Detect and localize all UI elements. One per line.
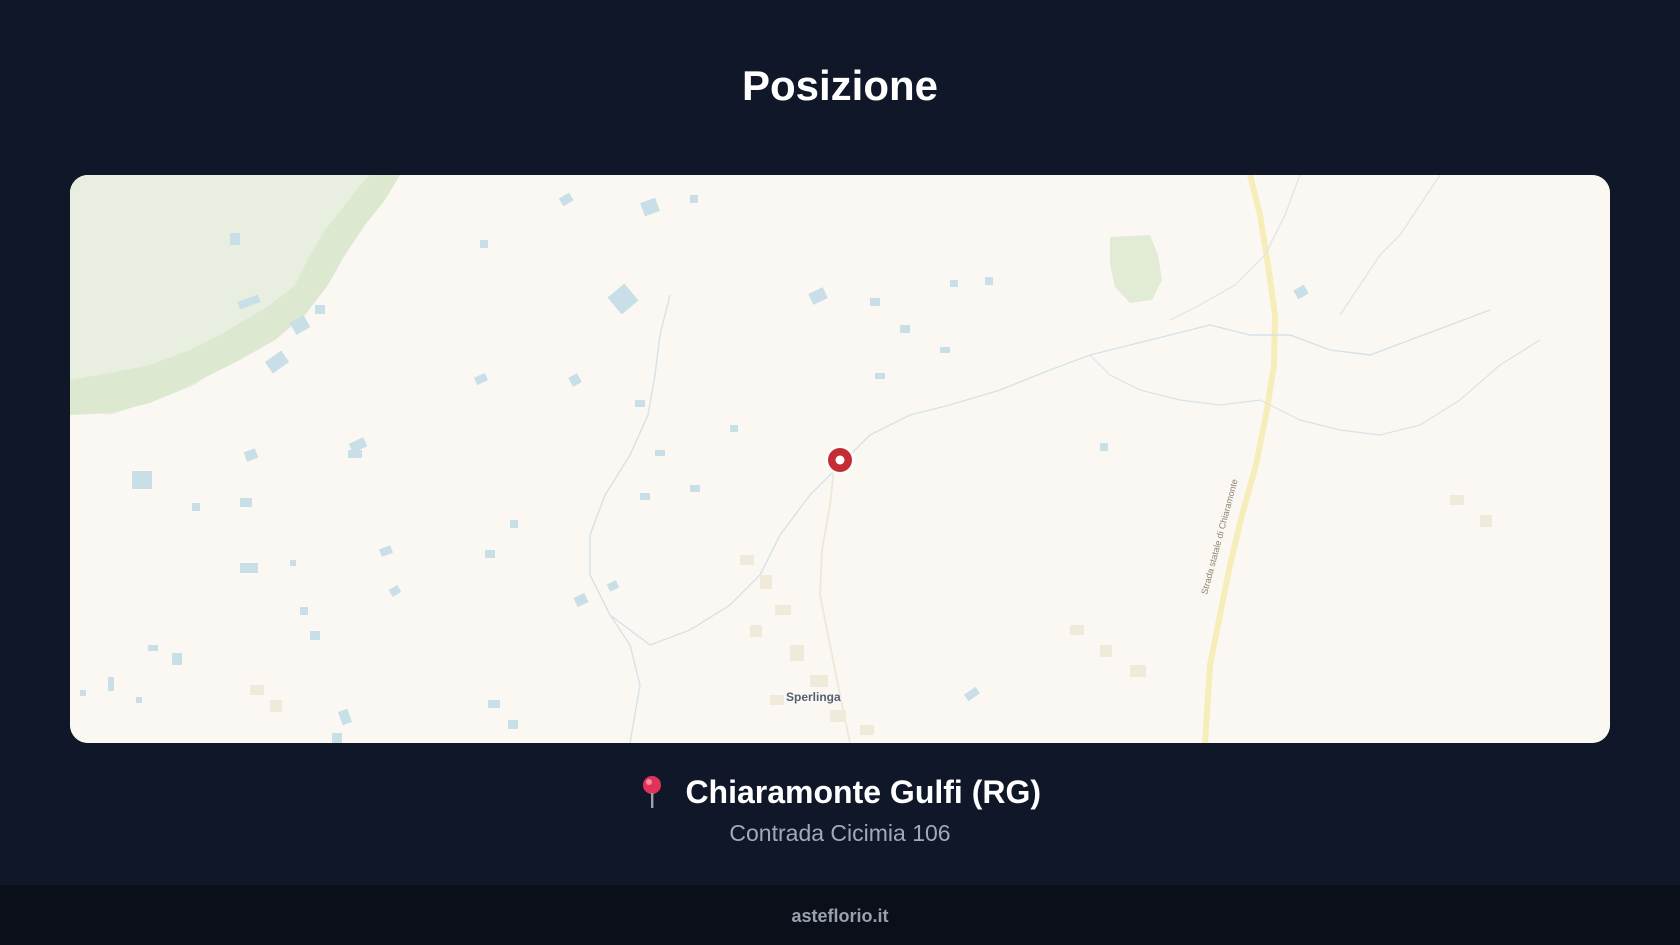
footer-site-link[interactable]: asteflorio.it (0, 905, 1680, 927)
city-label: Chiaramonte Gulfi (RG) (685, 774, 1041, 810)
map-panel[interactable]: Strada statale di Chiaramonte Sperlinga (70, 175, 1610, 743)
location-row: Chiaramonte Gulfi (RG) (0, 772, 1680, 816)
footer: asteflorio.it (0, 885, 1680, 945)
map-marker-icon[interactable] (825, 445, 855, 475)
pin-icon (639, 774, 665, 810)
town-label: Sperlinga (786, 690, 841, 704)
address-label: Contrada Cicimia 106 (729, 820, 951, 846)
page-title: Posizione (741, 62, 939, 109)
map-canvas[interactable]: Strada statale di Chiaramonte Sperlinga (70, 175, 1610, 743)
